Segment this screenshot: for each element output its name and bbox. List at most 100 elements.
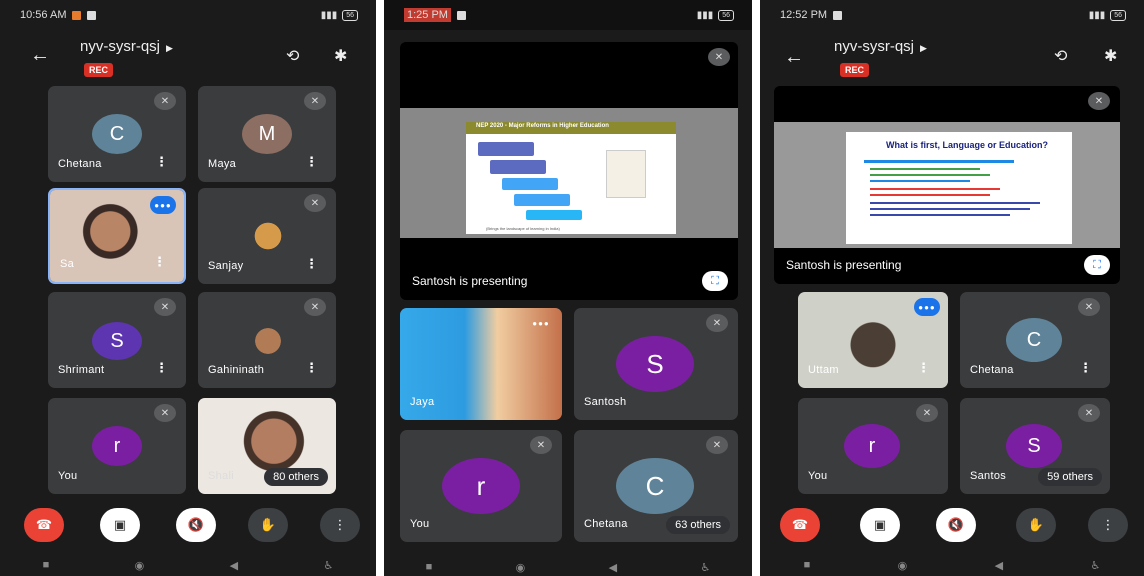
status-bar: 1:25 PM ▮▮▮ 56 bbox=[384, 0, 752, 30]
presentation-tile[interactable]: ✕ NEP 2020 - Major Reforms in Higher Edu… bbox=[400, 42, 738, 300]
meeting-code[interactable]: nyv-sysr-qsj ▶ bbox=[80, 38, 173, 55]
home-icon[interactable]: ◉ bbox=[898, 559, 908, 572]
slide-bullet bbox=[870, 180, 970, 182]
bluetooth-icon[interactable]: ✱ bbox=[1104, 46, 1117, 66]
more-options-icon[interactable]: ⋮ bbox=[153, 254, 166, 270]
more-options-button[interactable]: ⋮ bbox=[1088, 508, 1128, 542]
participant-name: Santos bbox=[970, 470, 1007, 482]
status-time: 12:52 PM bbox=[780, 9, 828, 21]
more-options-icon[interactable]: ⋮ bbox=[305, 256, 318, 272]
fullscreen-button[interactable]: ⛶ bbox=[1084, 255, 1110, 275]
slide-step bbox=[478, 142, 534, 156]
participant-name: Chetana bbox=[58, 158, 102, 170]
back-icon[interactable]: ◀ bbox=[995, 559, 1003, 572]
shared-screen: What is first, Language or Education? bbox=[774, 122, 1120, 248]
accessibility-icon[interactable]: ♿ bbox=[700, 561, 710, 574]
participant-tile-speaking[interactable]: ●●● Sa ⋮ bbox=[48, 188, 186, 284]
more-options-icon[interactable]: ⋮ bbox=[305, 154, 318, 170]
meeting-code[interactable]: nyv-sysr-qsj ▶ bbox=[834, 38, 927, 55]
participant-tile[interactable]: ✕ M Maya ⋮ bbox=[198, 86, 336, 182]
more-options-icon[interactable]: ⋮ bbox=[1079, 360, 1092, 376]
signal-icon: ▮▮▮ bbox=[1088, 9, 1106, 21]
presenting-label: Santosh is presenting bbox=[786, 258, 902, 272]
participant-tile[interactable]: ✕ S Santosh bbox=[574, 308, 738, 420]
battery-icon: 56 bbox=[342, 9, 358, 21]
participant-tile[interactable]: ✕ C Chetana ⋮ bbox=[48, 86, 186, 182]
others-count-badge[interactable]: 63 others bbox=[666, 516, 730, 534]
participant-tile-overflow[interactable]: ✕ C Chetana 63 others bbox=[574, 430, 738, 542]
presentation-tile[interactable]: ✕ What is first, Language or Education? … bbox=[774, 86, 1120, 284]
raise-hand-button[interactable]: ✋ bbox=[248, 508, 288, 542]
more-options-icon[interactable]: ⋮ bbox=[155, 154, 168, 170]
status-time: 10:56 AM bbox=[20, 9, 67, 21]
participant-tile-overflow[interactable]: ✕ S Santos 59 others bbox=[960, 398, 1110, 494]
slide-title: NEP 2020 - Major Reforms in Higher Educa… bbox=[476, 123, 609, 129]
camera-off-button[interactable]: ▣ bbox=[860, 508, 900, 542]
avatar: M bbox=[242, 114, 292, 154]
back-icon[interactable]: ◀ bbox=[230, 559, 238, 572]
speaking-indicator-icon: ●●● bbox=[532, 318, 550, 328]
slide-bullet bbox=[870, 188, 1000, 190]
raise-hand-button[interactable]: ✋ bbox=[1016, 508, 1056, 542]
mic-off-button[interactable]: 🔇 bbox=[936, 508, 976, 542]
participant-tile-self[interactable]: ✕ r You bbox=[400, 430, 562, 542]
slide-bullet bbox=[870, 194, 990, 196]
mic-off-icon: ✕ bbox=[304, 92, 326, 110]
meeting-header: ← nyv-sysr-qsj ▶ REC ⟲ ✱ bbox=[760, 34, 1144, 84]
caret-right-icon: ▶ bbox=[920, 43, 927, 53]
accessibility-icon[interactable]: ♿ bbox=[1090, 559, 1100, 572]
recents-icon[interactable]: ■ bbox=[804, 559, 811, 571]
end-call-button[interactable]: ☎ bbox=[24, 508, 64, 542]
others-count-badge[interactable]: 59 others bbox=[1038, 468, 1102, 486]
slide: NEP 2020 - Major Reforms in Higher Educa… bbox=[466, 122, 676, 234]
participant-tile-self[interactable]: ✕ r You bbox=[798, 398, 948, 494]
others-count-badge[interactable]: 80 others bbox=[264, 468, 328, 486]
end-call-button[interactable]: ☎ bbox=[780, 508, 820, 542]
battery-icon: 56 bbox=[718, 9, 734, 21]
speaking-indicator-icon: ●●● bbox=[914, 298, 940, 316]
mic-off-icon: ✕ bbox=[706, 436, 728, 454]
recents-icon[interactable]: ■ bbox=[426, 561, 433, 573]
participant-tile[interactable]: ✕ S Shrimant ⋮ bbox=[48, 292, 186, 388]
mic-off-icon: ✕ bbox=[304, 194, 326, 212]
back-icon[interactable]: ◀ bbox=[609, 561, 617, 574]
back-arrow-icon[interactable]: ← bbox=[30, 44, 50, 67]
camera-switch-icon[interactable]: ⟲ bbox=[1054, 46, 1067, 66]
participant-tile[interactable]: ✕ Sanjay ⋮ bbox=[198, 188, 336, 284]
camera-switch-icon[interactable]: ⟲ bbox=[286, 46, 299, 66]
more-options-icon[interactable]: ⋮ bbox=[155, 360, 168, 376]
more-options-icon[interactable]: ⋮ bbox=[305, 360, 318, 376]
participant-tile-overflow[interactable]: Shali 80 others bbox=[198, 398, 336, 494]
more-options-button[interactable]: ⋮ bbox=[320, 508, 360, 542]
participant-tile-speaking[interactable]: ●●● Jaya bbox=[400, 308, 562, 420]
battery-icon: 56 bbox=[1110, 9, 1126, 21]
recording-badge: REC bbox=[84, 63, 114, 77]
slide-step bbox=[526, 210, 582, 220]
avatar: r bbox=[442, 458, 520, 514]
bluetooth-icon[interactable]: ✱ bbox=[334, 46, 347, 66]
camera-off-button[interactable]: ▣ bbox=[100, 508, 140, 542]
status-bar: 10:56 AM ▮▮▮ 56 bbox=[0, 0, 376, 30]
back-arrow-icon[interactable]: ← bbox=[784, 46, 804, 69]
participant-name: You bbox=[808, 470, 828, 482]
participant-tile-self[interactable]: ✕ r You bbox=[48, 398, 186, 494]
mic-off-button[interactable]: 🔇 bbox=[176, 508, 216, 542]
home-icon[interactable]: ◉ bbox=[135, 559, 145, 572]
slide-bullet bbox=[870, 174, 990, 176]
home-icon[interactable]: ◉ bbox=[516, 561, 526, 574]
accessibility-icon[interactable]: ♿ bbox=[323, 559, 333, 572]
slide-bullet bbox=[870, 208, 1030, 210]
recents-icon[interactable]: ■ bbox=[43, 559, 50, 571]
fullscreen-button[interactable]: ⛶ bbox=[702, 271, 728, 291]
participant-name: Maya bbox=[208, 158, 237, 170]
avatar: S bbox=[616, 336, 694, 392]
more-options-icon[interactable]: ⋮ bbox=[917, 360, 930, 376]
notification-icon bbox=[456, 10, 466, 20]
mic-off-icon: ✕ bbox=[1078, 298, 1100, 316]
participant-name: Chetana bbox=[970, 364, 1014, 376]
mic-off-icon: ✕ bbox=[154, 298, 176, 316]
participant-tile[interactable]: ✕ C Chetana ⋮ bbox=[960, 292, 1110, 388]
participant-tile[interactable]: ✕ Gahininath ⋮ bbox=[198, 292, 336, 388]
participant-tile-speaking[interactable]: ●●● Uttam ⋮ bbox=[798, 292, 948, 388]
notification-icon bbox=[833, 10, 843, 20]
